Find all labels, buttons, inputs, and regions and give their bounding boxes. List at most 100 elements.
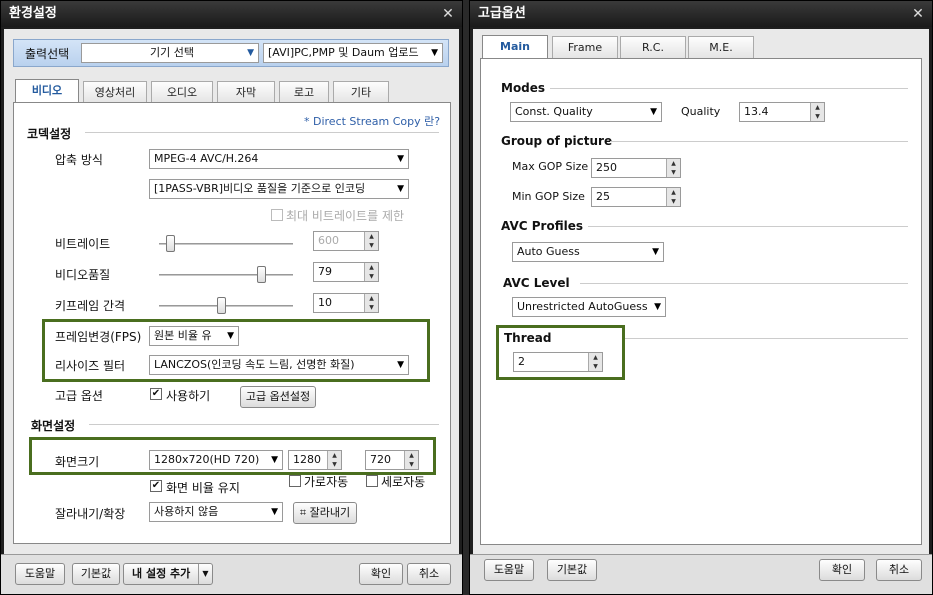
advanced-option-label: 고급 옵션: [55, 389, 103, 403]
bitrate-slider[interactable]: [159, 243, 293, 245]
chevron-down-icon: ▼: [397, 154, 404, 164]
divider: [89, 424, 439, 425]
use-advanced-checkbox[interactable]: ✔: [150, 388, 162, 400]
encoding-mode-select[interactable]: [1PASS-VBR]비디오 품질을 기준으로 인코딩 ▼: [149, 179, 409, 199]
modes-section-title: Modes: [501, 81, 546, 95]
bitrate-stepper[interactable]: 600 ▲ ▼: [313, 231, 379, 251]
tab-subtitle[interactable]: 자막: [217, 81, 275, 103]
quality-slider-thumb[interactable]: [257, 266, 266, 283]
crop-label: 잘라내기/확장: [55, 507, 126, 521]
advanced-titlebar: 고급옵션: [470, 1, 932, 27]
chevron-down-icon: ▼: [271, 451, 278, 469]
cancel-button[interactable]: 취소: [876, 559, 922, 581]
help-button[interactable]: 도움말: [484, 559, 534, 581]
tab-audio[interactable]: 오디오: [151, 81, 213, 103]
codec-section-title: 코덱설정: [27, 127, 72, 141]
divider: [625, 338, 908, 339]
keep-ratio-label: 화면 비율 유지: [166, 481, 240, 495]
advanced-options-window: 고급옵션 ✕ Main Frame R.C. M.E. Modes Const.…: [469, 0, 933, 595]
use-advanced-label: 사용하기: [166, 389, 211, 403]
ok-button[interactable]: 확인: [819, 559, 865, 581]
window-title: 고급옵션: [478, 6, 526, 21]
level-select[interactable]: Unrestricted AutoGuess ▼: [512, 297, 666, 317]
auto-height-checkbox[interactable]: [366, 475, 378, 487]
divider: [85, 132, 439, 133]
help-button[interactable]: 도움말: [15, 563, 65, 585]
device-select[interactable]: 기기 선택 ▼: [81, 43, 259, 63]
thread-stepper[interactable]: 2 ▲ ▼: [513, 352, 603, 372]
window-title: 환경설정: [9, 6, 57, 21]
tab-me[interactable]: M.E.: [688, 36, 754, 58]
quality-label: 비디오품질: [55, 268, 111, 282]
min-gop-label: Min GOP Size: [512, 190, 585, 203]
screen-size-select[interactable]: 1280x720(HD 720) ▼: [149, 450, 283, 470]
advanced-settings-button[interactable]: 고급 옵션설정: [240, 386, 316, 408]
settings-window: 환경설정 ✕ 출력선택 기기 선택 ▼ [AVI]PC,PMP 및 Daum 업로…: [0, 0, 463, 595]
output-target-select[interactable]: [AVI]PC,PMP 및 Daum 업로드 ▼: [263, 43, 443, 63]
chevron-down-icon: ▼: [227, 327, 234, 345]
chevron-down-icon: ▼: [247, 48, 254, 58]
gop-section-title: Group of picture: [501, 134, 613, 148]
divider: [588, 226, 908, 227]
crop-select[interactable]: 사용하지 않음 ▼: [149, 502, 283, 522]
crop-button[interactable]: ⌗ 잘라내기: [293, 502, 357, 524]
bitrate-slider-thumb[interactable]: [166, 235, 175, 252]
default-button[interactable]: 기본값: [72, 563, 120, 585]
auto-width-checkbox[interactable]: [289, 475, 301, 487]
limit-bitrate-checkbox[interactable]: [271, 209, 283, 221]
tab-logo[interactable]: 로고: [279, 81, 329, 103]
keep-ratio-checkbox[interactable]: ✔: [150, 480, 162, 492]
quality-stepper[interactable]: 13.4 ▲ ▼: [739, 102, 825, 122]
tab-image-processing[interactable]: 영상처리: [83, 81, 147, 103]
chevron-down-icon[interactable]: ▼: [198, 564, 212, 584]
default-button[interactable]: 기본값: [547, 559, 597, 581]
close-icon[interactable]: ✕: [910, 1, 926, 27]
quality-slider[interactable]: [159, 274, 293, 276]
width-stepper[interactable]: 1280 ▲ ▼: [288, 450, 342, 470]
level-section-title: AVC Level: [503, 276, 570, 290]
direct-stream-link[interactable]: * Direct Stream Copy 란?: [304, 113, 440, 129]
max-gop-stepper[interactable]: 250 ▲ ▼: [591, 158, 681, 178]
chevron-down-icon: ▼: [650, 107, 657, 117]
height-stepper[interactable]: 720 ▲ ▼: [365, 450, 419, 470]
output-label: 출력선택: [25, 47, 70, 61]
chevron-down-icon: ▼: [397, 356, 404, 374]
divider: [610, 141, 908, 142]
tab-etc[interactable]: 기타: [333, 81, 389, 103]
divider: [580, 283, 908, 284]
min-gop-stepper[interactable]: 25 ▲ ▼: [591, 187, 681, 207]
keyframe-slider[interactable]: [159, 305, 293, 307]
profile-select[interactable]: Auto Guess ▼: [512, 242, 664, 262]
ok-button[interactable]: 확인: [359, 563, 403, 585]
chevron-down-icon: ▼: [431, 48, 438, 58]
auto-width-label: 가로자동: [304, 475, 349, 489]
compression-label: 압축 방식: [55, 153, 103, 167]
chevron-down-icon: ▼: [397, 180, 404, 198]
tab-video[interactable]: 비디오: [15, 79, 79, 103]
keyframe-stepper[interactable]: 10 ▲ ▼: [313, 293, 379, 313]
mode-select[interactable]: Const. Quality ▼: [510, 102, 662, 122]
quality-stepper[interactable]: 79 ▲ ▼: [313, 262, 379, 282]
limit-bitrate-label: 최대 비트레이트를 제한: [286, 209, 405, 223]
tab-frame[interactable]: Frame: [552, 36, 618, 58]
resize-filter-select[interactable]: LANCZOS(인코딩 속도 느림, 선명한 화질) ▼: [149, 355, 409, 375]
chevron-down-icon: ▼: [652, 247, 659, 257]
profiles-section-title: AVC Profiles: [501, 219, 583, 233]
chevron-down-icon: ▼: [654, 302, 661, 312]
tab-rc[interactable]: R.C.: [620, 36, 686, 58]
screen-section-title: 화면설정: [31, 419, 76, 433]
add-my-settings-button[interactable]: 내 설정 추가 ▼: [123, 563, 213, 585]
close-icon[interactable]: ✕: [440, 1, 456, 27]
cancel-button[interactable]: 취소: [407, 563, 451, 585]
tab-main[interactable]: Main: [482, 35, 548, 59]
resize-label: 리사이즈 필터: [55, 359, 126, 373]
fps-label: 프레임변경(FPS): [55, 330, 142, 344]
keyframe-slider-thumb[interactable]: [217, 297, 226, 314]
quality-label: Quality: [681, 105, 721, 118]
compression-select[interactable]: MPEG-4 AVC/H.264 ▼: [149, 149, 409, 169]
settings-titlebar: 환경설정: [1, 1, 462, 27]
fps-select[interactable]: 원본 비율 유 ▼: [149, 326, 239, 346]
screen-size-label: 화면크기: [55, 455, 100, 469]
crop-icon: ⌗: [299, 506, 307, 519]
keyframe-label: 키프레임 간격: [55, 299, 126, 313]
